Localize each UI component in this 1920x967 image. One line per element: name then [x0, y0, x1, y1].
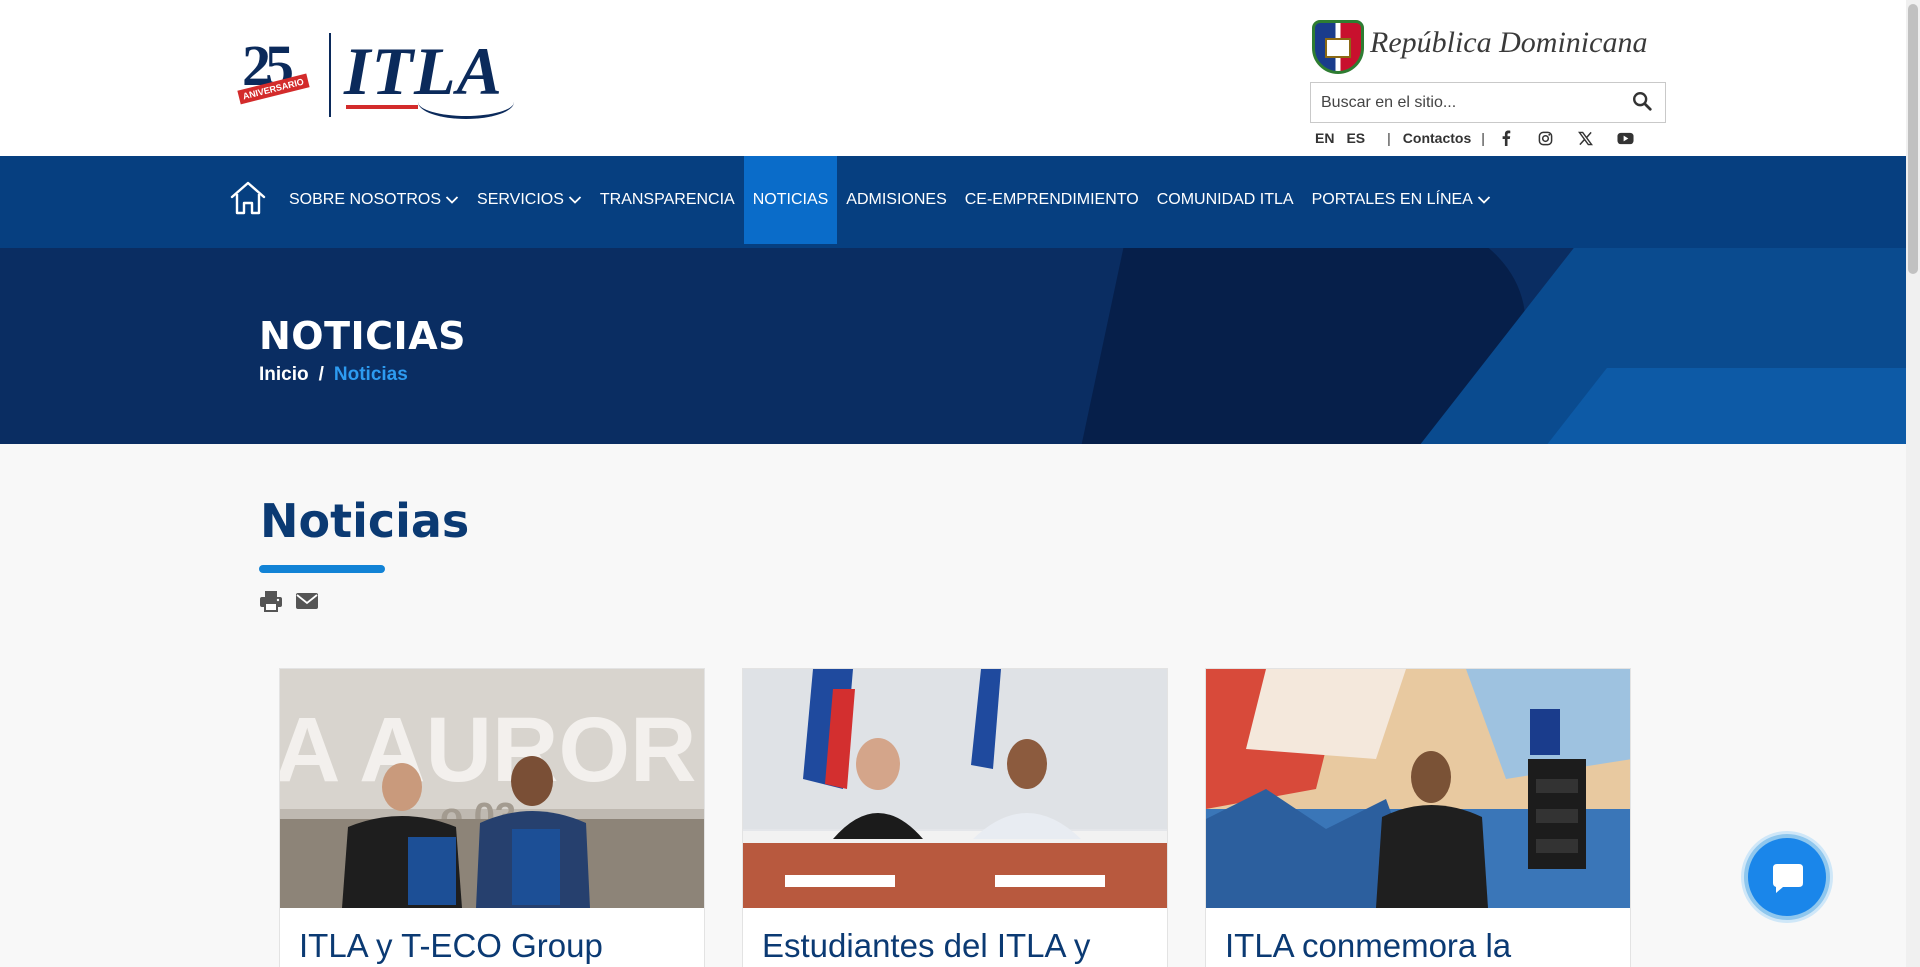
breadcrumb-current: Noticias — [333, 364, 408, 385]
page-tools — [259, 590, 319, 612]
news-card-image — [743, 669, 1167, 908]
search-input[interactable] — [1311, 83, 1621, 122]
news-card[interactable]: A AUROR o 03 ITLA y T-ECO Group — [279, 668, 705, 967]
gov-name: República Dominicana — [1370, 26, 1648, 59]
news-card[interactable]: ITLA conmemora la — [1205, 668, 1631, 967]
nav-item-label: NOTICIAS — [752, 191, 829, 208]
chat-bubble-icon — [1773, 864, 1803, 893]
instagram-icon[interactable] — [1537, 129, 1555, 147]
news-card-title[interactable]: ITLA conmemora la — [1225, 927, 1511, 965]
svg-text:A AUROR: A AUROR — [280, 699, 697, 801]
utility-links: EN ES | Contactos | — [1315, 128, 1657, 148]
home-icon[interactable] — [228, 178, 268, 218]
nav-item-comunidad-itla[interactable]: COMUNIDAD ITLA — [1148, 156, 1303, 244]
search-icon[interactable] — [1631, 90, 1653, 112]
x-icon[interactable] — [1577, 129, 1595, 147]
contacts-link[interactable]: Contactos — [1403, 130, 1471, 146]
logo-divider — [329, 33, 331, 117]
breadcrumb-separator: / — [318, 364, 324, 385]
itla-25-logo[interactable]: 25 ANIVERSARIO ITLA — [237, 30, 518, 130]
print-icon[interactable] — [259, 590, 283, 612]
chevron-down-icon — [568, 196, 582, 204]
nav-item-label: ADMISIONES — [846, 191, 947, 208]
logo-red-underline — [346, 105, 418, 109]
nav-item-label: SOBRE NOSOTROS — [289, 191, 442, 208]
chevron-down-icon — [1477, 196, 1490, 204]
nav-item-label: SERVICIOS — [477, 191, 564, 208]
news-card-title[interactable]: Estudiantes del ITLA y — [762, 927, 1090, 965]
nav-item-admisiones[interactable]: ADMISIONES — [837, 156, 955, 244]
nav-item-servicios[interactable]: SERVICIOS — [468, 156, 591, 244]
news-card-image: A AUROR o 03 — [280, 669, 704, 908]
news-card-image — [1206, 669, 1630, 908]
republica-dominicana-brand[interactable]: República Dominicana — [1312, 18, 1647, 76]
breadcrumb-home[interactable]: Inicio — [259, 364, 309, 386]
chevron-down-icon — [445, 196, 459, 204]
page-title: Noticias — [260, 494, 470, 548]
page-scrollbar[interactable] — [1906, 0, 1920, 967]
logo-swoosh — [418, 85, 514, 119]
nav-item-label: CE-EMPRENDIMIENTO — [964, 191, 1139, 208]
facebook-icon[interactable] — [1497, 129, 1515, 147]
nav-item-noticias[interactable]: NOTICIAS — [743, 156, 838, 244]
news-card-title[interactable]: ITLA y T-ECO Group — [299, 927, 603, 965]
nav-item-portales-en-l-nea[interactable]: PORTALES EN LÍNEA — [1303, 156, 1500, 244]
lang-es-link[interactable]: ES — [1346, 130, 1365, 146]
nav-item-ce-emprendimiento[interactable]: CE-EMPRENDIMIENTO — [956, 156, 1148, 244]
youtube-icon[interactable] — [1617, 129, 1635, 147]
nav-item-sobre-nosotros[interactable]: SOBRE NOSOTROS — [280, 156, 468, 244]
utility-separator: | — [1481, 130, 1485, 146]
chat-button[interactable] — [1744, 834, 1830, 920]
nav-item-transparencia[interactable]: TRANSPARENCIA — [591, 156, 744, 244]
utility-separator: | — [1387, 130, 1391, 146]
nav-item-label: COMUNIDAD ITLA — [1156, 191, 1294, 208]
scrollbar-thumb[interactable] — [1908, 4, 1918, 274]
breadcrumb: Inicio / Noticias — [259, 364, 408, 386]
main-navigation: SOBRE NOSOTROS SERVICIOS TRANSPARENCIA NOTI… — [0, 156, 1906, 248]
email-icon[interactable] — [295, 590, 319, 612]
site-search — [1310, 82, 1666, 123]
site-header: 25 ANIVERSARIO ITLA República Dominicana… — [0, 0, 1906, 156]
coat-of-arms-icon — [1312, 20, 1364, 74]
page-banner: NOTICIAS Inicio / Noticias — [0, 248, 1906, 444]
lang-en-link[interactable]: EN — [1315, 130, 1334, 146]
title-underline — [259, 565, 385, 573]
nav-item-label: TRANSPARENCIA — [599, 191, 735, 208]
news-card[interactable]: Estudiantes del ITLA y — [742, 668, 1168, 967]
nav-item-label: PORTALES EN LÍNEA — [1311, 191, 1473, 208]
nav-menu: SOBRE NOSOTROS SERVICIOS TRANSPARENCIA NOTI… — [280, 156, 1500, 244]
banner-title: NOTICIAS — [259, 314, 466, 358]
